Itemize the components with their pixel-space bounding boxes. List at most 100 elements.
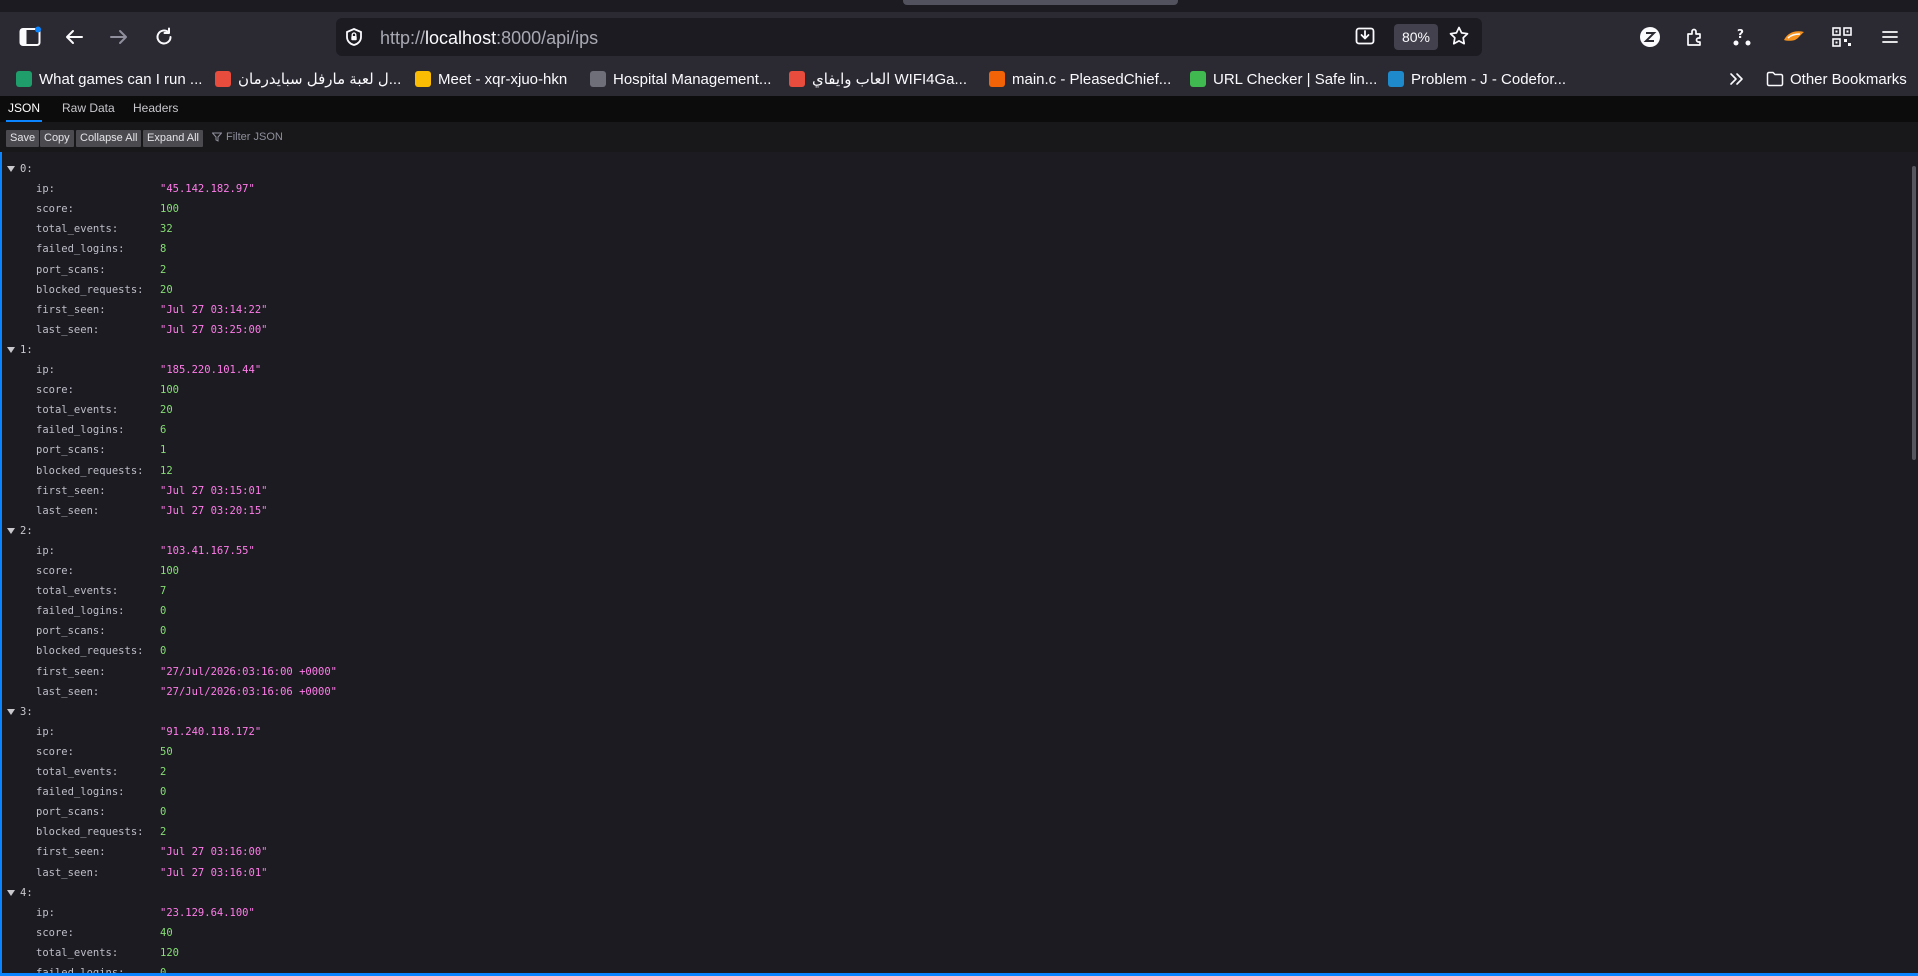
json-key: ip: — [36, 906, 55, 919]
json-key: blocked_requests: — [36, 826, 144, 839]
copy-button[interactable]: Copy — [40, 130, 74, 147]
bookmark-item[interactable]: URL Checker | Safe lin... — [1190, 69, 1377, 89]
json-key: total_events: — [36, 946, 119, 959]
expand-triangle-icon[interactable] — [7, 166, 15, 172]
bookmark-item[interactable]: What games can I run ... — [16, 69, 202, 89]
json-key: first_seen: — [36, 665, 106, 678]
json-key: port_scans: — [36, 263, 106, 276]
json-index-label: 3: — [20, 705, 33, 718]
extensions-puzzle-icon[interactable] — [1679, 21, 1711, 53]
url-text[interactable]: http://localhost:8000/api/ips — [380, 28, 598, 49]
json-key: ip: — [36, 544, 55, 557]
menu-hamburger-icon[interactable] — [1874, 21, 1906, 53]
tab-raw-data[interactable]: Raw Data — [62, 96, 115, 120]
json-tree: 0: ip: "45.142.182.97" score: 100 total_event… — [0, 152, 1918, 976]
bookmark-item[interactable]: Hospital Management... — [590, 69, 771, 89]
vertical-scrollbar[interactable] — [1912, 166, 1916, 460]
bookmark-label: main.c - PleasedChief... — [1012, 70, 1172, 88]
json-value: 6 — [160, 424, 167, 437]
zoom-level-button[interactable]: 80% — [1394, 24, 1438, 50]
tracking-protection-shield-icon[interactable] — [344, 27, 364, 52]
tab-strip-indicator — [903, 0, 1178, 5]
bookmark-star-icon[interactable] — [1448, 25, 1470, 52]
sidebar-toggle-icon[interactable] — [14, 21, 46, 53]
bookmark-item[interactable]: ل لعبة مارفل سبايدرمان... — [215, 69, 401, 89]
json-key: first_seen: — [36, 303, 106, 316]
json-key: last_seen: — [36, 323, 100, 336]
bookmark-item[interactable]: main.c - PleasedChief... — [989, 69, 1171, 89]
bookmark-item[interactable]: Problem - J - Codefor... — [1388, 69, 1566, 89]
reload-icon[interactable] — [148, 21, 180, 53]
json-value: "185.220.101.44" — [160, 364, 262, 376]
json-key: port_scans: — [36, 625, 106, 638]
save-button[interactable]: Save — [6, 130, 40, 147]
more-bookmarks-chevron-icon[interactable] — [1728, 69, 1746, 89]
json-value: "23.129.64.100" — [160, 906, 255, 919]
folder-icon — [1766, 71, 1784, 87]
filter-json-input[interactable]: Filter JSON — [212, 131, 283, 143]
bookmark-favicon-icon — [415, 71, 431, 87]
back-arrow-icon[interactable] — [58, 21, 90, 53]
bookmark-label: ل لعبة مارفل سبايدرمان... — [238, 71, 402, 88]
json-key: ip: — [36, 364, 55, 376]
json-key: blocked_requests: — [36, 645, 144, 658]
json-key: blocked_requests: — [36, 464, 144, 477]
json-value: 7 — [160, 585, 167, 598]
forward-arrow-icon[interactable] — [103, 21, 135, 53]
save-page-download-icon[interactable] — [1354, 25, 1376, 52]
json-key: first_seen: — [36, 846, 106, 859]
json-value: 100 — [160, 565, 179, 577]
bookmark-label: What games can I run ... — [39, 70, 203, 88]
tab-headers[interactable]: Headers — [133, 96, 178, 120]
json-key: ip: — [36, 725, 55, 738]
expand-all-button[interactable]: Expand All — [143, 130, 203, 147]
json-key: port_scans: — [36, 444, 106, 457]
json-key: last_seen: — [36, 685, 100, 698]
json-value: "Jul 27 03:14:22" — [160, 303, 268, 316]
filter-placeholder: Filter JSON — [226, 131, 283, 143]
json-key: last_seen: — [36, 504, 100, 517]
json-key: score: — [36, 203, 74, 216]
json-key: failed_logins: — [36, 605, 125, 618]
bookmark-label: URL Checker | Safe lin... — [1213, 70, 1378, 88]
json-key: total_events: — [36, 404, 119, 417]
json-value: 20 — [160, 283, 173, 296]
expand-triangle-icon[interactable] — [7, 889, 15, 896]
json-value: 100 — [160, 203, 179, 216]
zotero-extension-icon[interactable] — [1634, 21, 1666, 53]
bookmark-item[interactable]: Meet - xqr-xjuo-hkn — [415, 69, 567, 89]
bookmark-item[interactable]: العاب وايفاي WIFI4Ga... — [789, 69, 967, 89]
json-key: port_scans: — [36, 806, 106, 819]
user-agent-extension-icon[interactable]: ? — [1726, 21, 1758, 53]
address-bar[interactable]: http://localhost:8000/api/ips 80% — [336, 18, 1482, 56]
json-key: first_seen: — [36, 484, 106, 497]
json-key: failed_logins: — [36, 243, 125, 256]
tab-json[interactable]: JSON — [6, 96, 42, 122]
bookmark-label: Problem - J - Codefor... — [1411, 70, 1567, 88]
fox-extension-icon[interactable] — [1778, 21, 1810, 53]
expand-triangle-icon[interactable] — [7, 708, 15, 715]
json-value: 1 — [160, 444, 167, 457]
json-value: 0 — [160, 806, 167, 819]
bookmark-favicon-icon — [590, 71, 606, 87]
json-key: total_events: — [36, 223, 119, 236]
window-top-strip — [0, 0, 1918, 12]
collapse-all-button[interactable]: Collapse All — [76, 130, 142, 147]
bookmark-label: Hospital Management... — [613, 70, 772, 88]
expand-triangle-icon[interactable] — [7, 346, 15, 353]
json-value: "103.41.167.55" — [160, 544, 255, 557]
json-value: 0 — [160, 625, 167, 638]
json-value: 100 — [160, 384, 179, 397]
json-value: 0 — [160, 605, 167, 618]
json-value: "Jul 27 03:16:01" — [160, 866, 268, 879]
expand-triangle-icon[interactable] — [7, 527, 15, 534]
other-bookmarks-folder[interactable]: Other Bookmarks — [1766, 69, 1907, 89]
json-value: "27/Jul/2026:03:16:00 +0000" — [160, 665, 338, 678]
json-key: ip: — [36, 183, 55, 196]
json-key: last_seen: — [36, 866, 100, 879]
filter-funnel-icon — [212, 132, 226, 142]
json-key: score: — [36, 745, 74, 758]
json-index-label: 1: — [20, 343, 33, 356]
navigation-toolbar: http://localhost:8000/api/ips 80% ? — [0, 12, 1918, 62]
qr-code-icon[interactable] — [1826, 21, 1858, 53]
